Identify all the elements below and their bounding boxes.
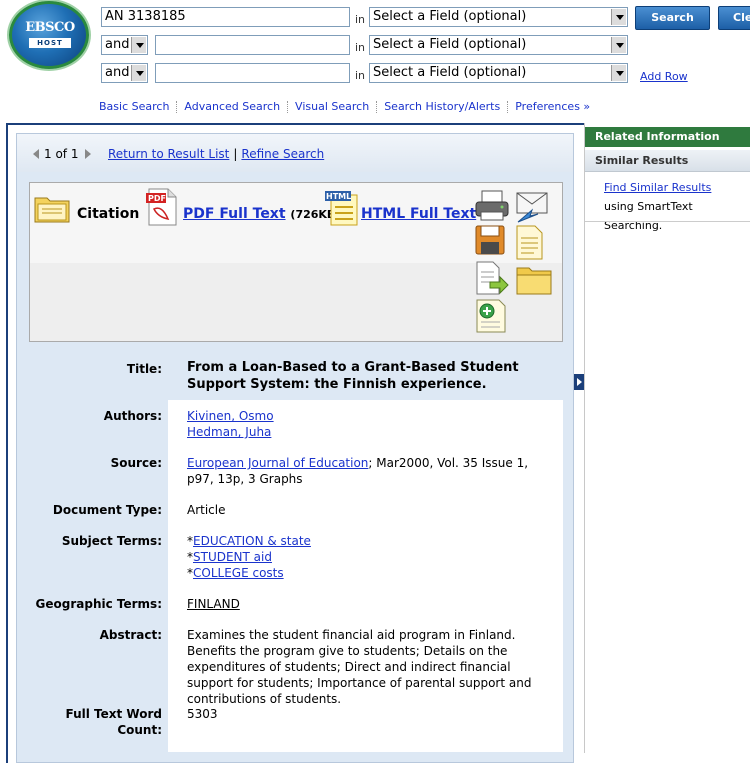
geographic-term-link[interactable]: FINLAND	[187, 596, 240, 612]
similar-results-header[interactable]: Similar Results	[585, 150, 750, 172]
chevron-down-icon[interactable]	[131, 65, 146, 81]
svg-text:HTML: HTML	[326, 192, 351, 201]
cite-document-icon[interactable]	[512, 224, 548, 260]
export-icon[interactable]	[474, 260, 510, 296]
link-separator	[507, 101, 509, 113]
add-to-folder-icon[interactable]	[516, 262, 552, 298]
subject-term-link[interactable]: EDUCATION & state	[193, 534, 311, 548]
link-separator	[376, 101, 378, 113]
return-to-result-list-link[interactable]: Return to Result List	[108, 147, 229, 161]
title-label: Title:	[126, 362, 162, 376]
sidebar-divider	[585, 221, 750, 222]
subject-term-link[interactable]: COLLEGE costs	[193, 566, 284, 580]
word-count-label: Full Text Word Count:	[65, 707, 163, 737]
similar-results-text: Find Similar Results using SmartText Sea…	[604, 178, 744, 235]
field-select-3[interactable]: Select a Field (optional)	[369, 63, 628, 83]
in-label-3: in	[355, 69, 366, 82]
search-term-input-2[interactable]	[155, 35, 350, 55]
field-select-1-value: Select a Field (optional)	[373, 9, 527, 24]
field-select-2-value: Select a Field (optional)	[373, 37, 527, 52]
search-history-link[interactable]: Search History/Alerts	[384, 100, 500, 113]
chevron-down-icon[interactable]	[131, 37, 146, 53]
document-type-label: Document Type:	[52, 503, 162, 517]
word-count-value: 5303	[187, 707, 218, 721]
authors-label: Authors:	[103, 409, 162, 423]
previous-record-icon[interactable]	[33, 149, 39, 159]
subject-term: *COLLEGE costs	[187, 565, 557, 581]
preferences-link[interactable]: Preferences »	[515, 100, 590, 113]
add-row-link[interactable]: Add Row	[640, 70, 688, 83]
subject-terms-list: *EDUCATION & state *STUDENT aid *COLLEGE…	[187, 533, 557, 581]
chevron-down-icon[interactable]	[611, 9, 626, 25]
link-separator	[287, 101, 289, 113]
clear-button[interactable]: Cle	[718, 6, 750, 30]
next-record-icon[interactable]	[85, 149, 91, 159]
basic-search-link[interactable]: Basic Search	[99, 100, 169, 113]
record-nav-links: Return to Result List | Refine Search	[108, 147, 324, 161]
logo-brand-text: EBSCO	[25, 20, 75, 35]
document-type-value: Article	[187, 503, 226, 517]
save-icon[interactable]	[474, 224, 510, 260]
refine-search-link[interactable]: Refine Search	[241, 147, 324, 161]
subject-term-link[interactable]: STUDENT aid	[193, 550, 272, 564]
visual-search-link[interactable]: Visual Search	[295, 100, 369, 113]
source-label: Source:	[110, 456, 162, 470]
subject-term: *EDUCATION & state	[187, 533, 557, 549]
email-icon[interactable]	[514, 188, 550, 224]
folder-icon[interactable]	[34, 193, 70, 223]
collapse-sidebar-toggle[interactable]	[574, 374, 584, 390]
smarttext-description: using SmartText Searching.	[604, 200, 693, 232]
author-link[interactable]: Hedman, Juha	[187, 424, 557, 440]
boolean-select-2-value: and	[105, 37, 130, 52]
citation-label[interactable]: Citation	[77, 206, 139, 222]
chevron-down-icon[interactable]	[611, 37, 626, 53]
abstract-text: Examines the student financial aid progr…	[187, 628, 532, 706]
html-icon[interactable]: HTML	[324, 189, 360, 227]
record-title: From a Loan-Based to a Grant-Based Stude…	[187, 360, 519, 392]
pdf-full-text-link[interactable]: PDF Full Text	[183, 206, 286, 222]
boolean-select-3-value: and	[105, 65, 130, 80]
link-separator	[176, 101, 178, 113]
html-full-text-link[interactable]: HTML Full Text	[361, 206, 476, 222]
svg-text:PDF: PDF	[148, 194, 166, 203]
source-value: European Journal of Education; Mar2000, …	[187, 455, 552, 487]
in-label-2: in	[355, 41, 366, 54]
author-link[interactable]: Kivinen, Osmo	[187, 408, 557, 424]
subject-term: *STUDENT aid	[187, 549, 557, 565]
ebsco-host-logo[interactable]: EBSCO HOST	[9, 1, 89, 69]
related-information-header: Related Information	[585, 127, 750, 147]
search-term-input-1[interactable]: AN 3138185	[101, 7, 350, 27]
advanced-search-link[interactable]: Advanced Search	[184, 100, 280, 113]
find-similar-results-link[interactable]: Find Similar Results	[604, 181, 711, 194]
geographic-terms-label: Geographic Terms:	[35, 597, 162, 611]
print-icon[interactable]	[474, 188, 510, 224]
search-term-input-3[interactable]	[155, 63, 350, 83]
search-mode-links: Basic Search Advanced Search Visual Search…	[99, 100, 590, 113]
boolean-select-2[interactable]: and	[101, 35, 148, 55]
journal-link[interactable]: European Journal of Education	[187, 456, 368, 470]
logo-sub-text: HOST	[29, 38, 71, 48]
chevron-down-icon[interactable]	[611, 65, 626, 81]
record-count: 1 of 1	[44, 147, 79, 161]
subject-terms-label: Subject Terms:	[61, 534, 162, 548]
abstract-label: Abstract:	[99, 628, 162, 642]
pdf-icon[interactable]: PDF	[145, 187, 179, 227]
authors-list: Kivinen, Osmo Hedman, Juha	[187, 408, 557, 440]
field-select-1[interactable]: Select a Field (optional)	[369, 7, 628, 27]
boolean-select-3[interactable]: and	[101, 63, 148, 83]
pdf-full-text-item: PDF Full Text (726KB)	[183, 206, 340, 222]
nav-separator: |	[233, 147, 238, 161]
field-select-3-value: Select a Field (optional)	[373, 65, 527, 80]
field-select-2[interactable]: Select a Field (optional)	[369, 35, 628, 55]
add-note-icon[interactable]	[474, 298, 510, 334]
search-button[interactable]: Search	[635, 6, 710, 30]
in-label-1: in	[355, 13, 366, 26]
